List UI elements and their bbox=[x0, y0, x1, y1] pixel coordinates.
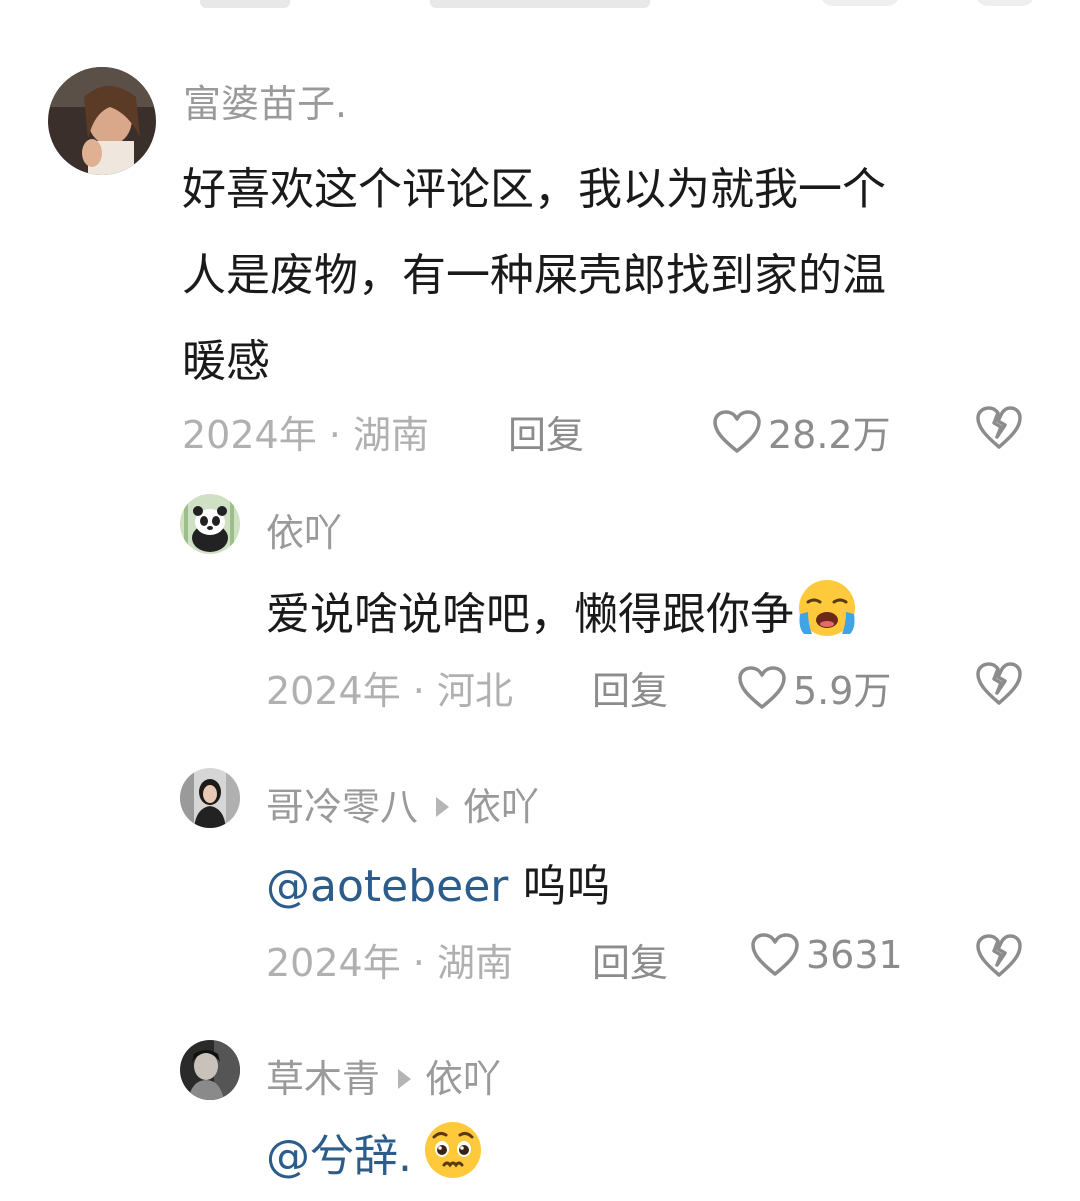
comment-meta: 2024年 · 湖南 bbox=[182, 413, 429, 457]
heart-icon bbox=[738, 665, 786, 709]
avatar[interactable] bbox=[180, 1040, 240, 1100]
reply-target[interactable]: 依吖 bbox=[463, 785, 539, 829]
comment-text: @aotebeer 呜呜 bbox=[266, 850, 610, 914]
reply-button[interactable]: 回复 bbox=[592, 932, 668, 987]
comment-text-content: 爱说啥说啥吧，懒得跟你争 bbox=[266, 589, 794, 640]
username[interactable]: 依吖 bbox=[266, 502, 342, 557]
heart-icon bbox=[751, 933, 799, 976]
like-count: 28.2万 bbox=[768, 413, 891, 457]
pleading-face-icon bbox=[420, 1119, 486, 1192]
mention-link[interactable]: @兮辞. bbox=[266, 1131, 412, 1182]
loudly-crying-face-icon bbox=[794, 578, 860, 649]
reply-arrow-icon bbox=[436, 796, 450, 817]
avatar-person-bw-icon bbox=[180, 1040, 240, 1100]
comment-text-line: 好喜欢这个评论区，我以为就我一个 bbox=[182, 164, 886, 215]
previous-content-cut bbox=[0, 0, 1080, 16]
like-button[interactable]: 3631 bbox=[750, 932, 903, 978]
comment-text-line: 人是废物，有一种屎壳郎找到家的温 bbox=[182, 250, 886, 301]
dislike-button[interactable] bbox=[975, 661, 1023, 711]
comment-text-content: 呜呜 bbox=[508, 861, 611, 912]
avatar[interactable] bbox=[180, 494, 240, 554]
mention-link[interactable]: @aotebeer bbox=[266, 861, 508, 912]
broken-heart-icon bbox=[976, 662, 1022, 705]
reply-arrow-icon bbox=[398, 1068, 412, 1089]
like-button[interactable]: 5.9万 bbox=[737, 660, 891, 715]
reply-author[interactable]: 草木青 bbox=[266, 1057, 380, 1101]
comment-text: @兮辞. bbox=[266, 1120, 486, 1196]
like-button[interactable]: 28.2万 bbox=[712, 404, 891, 459]
username: 草木青 依吖 bbox=[266, 1048, 501, 1103]
like-count: 5.9万 bbox=[793, 669, 892, 713]
avatar[interactable] bbox=[180, 768, 240, 828]
reply-target[interactable]: 依吖 bbox=[425, 1057, 501, 1101]
dislike-button[interactable] bbox=[975, 933, 1023, 983]
dislike-button[interactable] bbox=[975, 405, 1023, 455]
comment-text: 爱说啥说啥吧，懒得跟你争 bbox=[266, 578, 860, 653]
avatar-girl-dark-icon bbox=[180, 768, 240, 828]
reply-author[interactable]: 哥冷零八 bbox=[266, 785, 418, 829]
username[interactable]: 富婆苗子. bbox=[183, 73, 347, 128]
avatar[interactable] bbox=[48, 67, 156, 175]
broken-heart-icon bbox=[976, 406, 1022, 449]
reply-button[interactable]: 回复 bbox=[592, 660, 668, 715]
comment-meta: 2024年 · 河北 bbox=[266, 669, 513, 713]
username: 哥冷零八 依吖 bbox=[266, 776, 539, 831]
panda-icon bbox=[180, 494, 240, 554]
broken-heart-icon bbox=[976, 934, 1022, 977]
reply-button[interactable]: 回复 bbox=[508, 404, 584, 459]
avatar-woman-photo-icon bbox=[48, 67, 156, 175]
comment-text-line: 暖感 bbox=[182, 336, 270, 387]
heart-icon bbox=[713, 409, 761, 453]
comment-text: 好喜欢这个评论区，我以为就我一个 人是废物，有一种屎壳郎找到家的温 暖感 bbox=[182, 147, 1042, 405]
like-count: 3631 bbox=[806, 933, 903, 977]
comment-meta: 2024年 · 湖南 bbox=[266, 941, 513, 985]
